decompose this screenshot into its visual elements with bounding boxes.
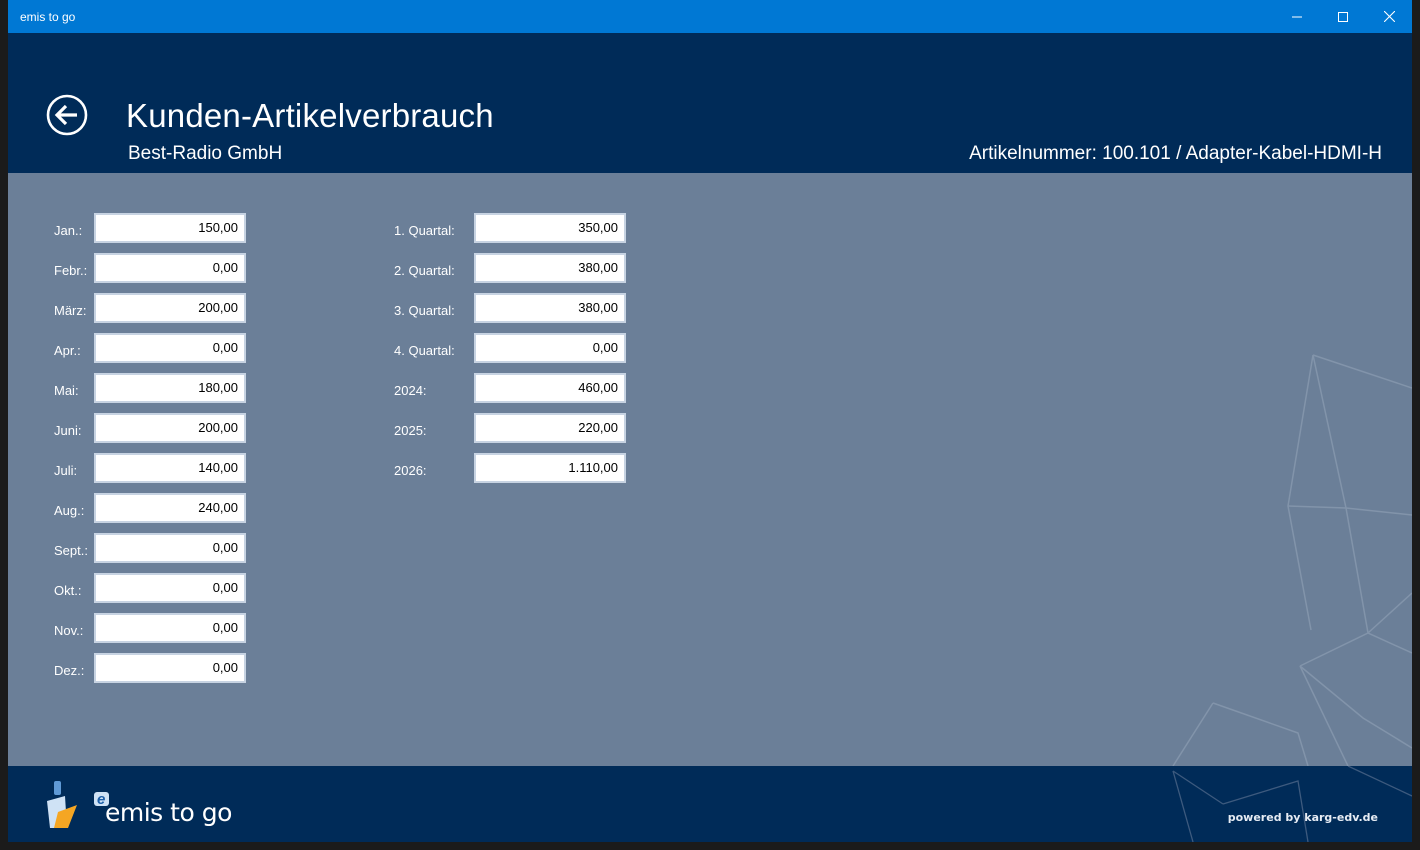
- months-value-field[interactable]: [94, 373, 246, 403]
- months-row: Febr.:: [54, 253, 246, 285]
- months-value-field[interactable]: [94, 533, 246, 563]
- months-label: Juli:: [54, 463, 78, 478]
- summary-row: 4. Quartal:: [394, 333, 626, 365]
- months-label: Apr.:: [54, 343, 81, 358]
- months-value-field[interactable]: [94, 253, 246, 283]
- months-label: Juni:: [54, 423, 82, 438]
- powered-by-text: powered by karg-edv.de: [1227, 811, 1378, 824]
- logo-text: emis to go: [105, 798, 232, 827]
- months-value-field[interactable]: [94, 333, 246, 363]
- months-row: Apr.:: [54, 333, 246, 365]
- months-row: Dez.:: [54, 653, 246, 685]
- months-value-field[interactable]: [94, 293, 246, 323]
- content-area: Jan.: Febr.: März: Apr.: Mai: Juni: Juli: Aug.:…: [8, 173, 1412, 766]
- summary-row: 2025:: [394, 413, 626, 445]
- months-label: Mai:: [54, 383, 79, 398]
- summary-label: 1. Quartal:: [394, 223, 455, 238]
- article-info: Artikelnummer: 100.101 / Adapter-Kabel-H…: [969, 143, 1382, 164]
- summary-label: 2024:: [394, 383, 427, 398]
- months-row: Jan.:: [54, 213, 246, 245]
- back-button[interactable]: [46, 94, 88, 136]
- customer-name: Best-Radio GmbH: [128, 143, 283, 164]
- months-row: Nov.:: [54, 613, 246, 645]
- back-arrow-icon: [46, 94, 88, 136]
- maximize-button[interactable]: [1320, 0, 1366, 33]
- footer: e emis to go powered by karg-edv.de: [8, 766, 1412, 842]
- months-row: März:: [54, 293, 246, 325]
- summary-label: 2026:: [394, 463, 427, 478]
- summary-value-field[interactable]: [474, 293, 626, 323]
- months-row: Okt.:: [54, 573, 246, 605]
- summary-value-field[interactable]: [474, 213, 626, 243]
- months-label: Dez.:: [54, 663, 85, 678]
- summary-value-field[interactable]: [474, 253, 626, 283]
- months-row: Aug.:: [54, 493, 246, 525]
- summary-value-field[interactable]: [474, 413, 626, 443]
- summary-label: 2. Quartal:: [394, 263, 455, 278]
- summary-label: 4. Quartal:: [394, 343, 455, 358]
- months-value-field[interactable]: [94, 613, 246, 643]
- months-label: Nov.:: [54, 623, 84, 638]
- summary-row: 3. Quartal:: [394, 293, 626, 325]
- months-row: Sept.:: [54, 533, 246, 565]
- close-button[interactable]: [1366, 0, 1412, 33]
- months-label: Jan.:: [54, 223, 83, 238]
- window-title: emis to go: [20, 10, 76, 24]
- months-value-field[interactable]: [94, 653, 246, 683]
- months-value-field[interactable]: [94, 573, 246, 603]
- close-icon: [1383, 11, 1395, 22]
- minimize-button[interactable]: [1274, 0, 1320, 33]
- months-row: Mai:: [54, 373, 246, 405]
- title-bar: emis to go: [8, 0, 1412, 33]
- months-label: März:: [54, 303, 87, 318]
- page-header: Kunden-Artikelverbrauch Best-Radio GmbH …: [8, 33, 1412, 173]
- months-value-field[interactable]: [94, 413, 246, 443]
- months-label: Aug.:: [54, 503, 85, 518]
- months-row: Juli:: [54, 453, 246, 485]
- summary-row: 2026:: [394, 453, 626, 485]
- app-window: emis to go Kunden-Artikelverbrauch Best-…: [0, 0, 1420, 850]
- summary-value-field[interactable]: [474, 453, 626, 483]
- summary-row: 2. Quartal:: [394, 253, 626, 285]
- months-label: Okt.:: [54, 583, 82, 598]
- months-value-field[interactable]: [94, 493, 246, 523]
- months-row: Juni:: [54, 413, 246, 445]
- months-value-field[interactable]: [94, 213, 246, 243]
- page-title: Kunden-Artikelverbrauch: [126, 97, 494, 134]
- months-label: Sept.:: [54, 543, 88, 558]
- summary-label: 3. Quartal:: [394, 303, 455, 318]
- months-value-field[interactable]: [94, 453, 246, 483]
- maximize-icon: [1338, 11, 1348, 22]
- summary-label: 2025:: [394, 423, 427, 438]
- summary-value-field[interactable]: [474, 373, 626, 403]
- summary-value-field[interactable]: [474, 333, 626, 363]
- minimize-icon: [1292, 16, 1302, 17]
- summary-row: 1. Quartal:: [394, 213, 626, 245]
- summary-row: 2024:: [394, 373, 626, 405]
- months-label: Febr.:: [54, 263, 88, 278]
